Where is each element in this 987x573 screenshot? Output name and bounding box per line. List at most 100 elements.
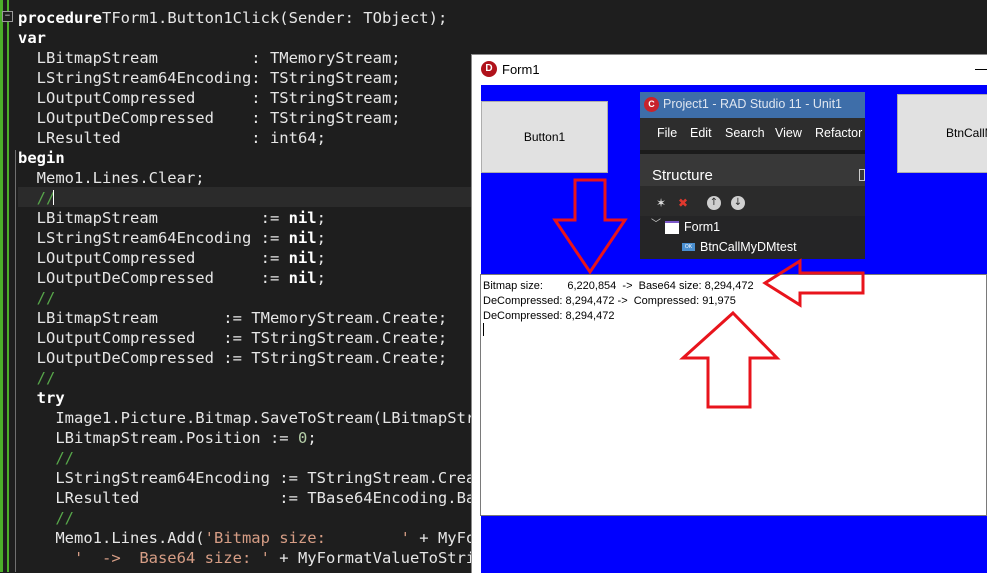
code-token: Image1.Picture.Bitmap.SaveToStream(LBitm… — [18, 409, 494, 427]
code-line[interactable]: LResulted := TBase64Encoding.Base — [18, 488, 494, 508]
code-token: begin — [18, 149, 65, 167]
code-line[interactable]: LOutputCompressed := nil; — [18, 248, 326, 268]
code-line[interactable]: LBitmapStream := TMemoryStream.Create; — [18, 308, 448, 328]
pin-icon[interactable] — [859, 169, 865, 181]
structure-toolbar — [640, 186, 865, 216]
button1[interactable]: Button1 — [481, 101, 608, 173]
code-line[interactable]: LOutputDeCompressed := nil; — [18, 268, 326, 288]
menu-view[interactable]: View — [775, 126, 802, 140]
code-token: // — [18, 449, 74, 467]
code-line[interactable]: // — [18, 448, 74, 468]
code-token: LBitmapStream := — [18, 209, 289, 227]
code-token: ; — [307, 429, 317, 447]
ide-title: Project1 - RAD Studio 11 - Unit1 — [663, 97, 843, 111]
menu-search[interactable]: Search — [725, 126, 765, 140]
delphi-app-icon: D — [481, 61, 497, 77]
code-line[interactable]: // — [18, 188, 56, 208]
chevron-down-icon[interactable]: ﹀ — [651, 220, 661, 230]
code-token: try — [18, 389, 65, 407]
code-token: nil — [288, 229, 317, 247]
code-token: ; — [316, 229, 326, 247]
delete-icon[interactable]: ✖ — [675, 195, 691, 211]
code-token: LResulted : int64; — [18, 129, 326, 147]
code-token: LBitmapStream := TMemoryStream.Create; — [18, 309, 448, 327]
code-line[interactable]: LResulted : int64; — [18, 128, 326, 148]
menu-edit[interactable]: Edit — [690, 126, 712, 140]
move-up-icon[interactable]: ↑ — [707, 196, 721, 210]
code-line[interactable]: LOutputDeCompressed : TStringStream; — [18, 108, 401, 128]
code-token: LOutputDeCompressed := TStringStream.Cre… — [18, 349, 448, 367]
code-token: nil — [288, 249, 317, 267]
code-token: var — [18, 29, 46, 47]
new-item-icon[interactable]: ✶ — [653, 195, 669, 211]
code-token: // — [18, 289, 56, 307]
code-token: ' -> Base64 size: ' — [18, 549, 270, 567]
memo-line: DeCompressed: 8,294,472 — [483, 310, 615, 322]
change-indicator-bar-secondary — [7, 0, 9, 572]
form-titlebar[interactable]: D Form1 — [472, 55, 987, 85]
code-token: LOutputCompressed : TStringStream; — [18, 89, 401, 107]
change-indicator-bar — [0, 0, 3, 572]
code-token: LOutputDeCompressed : TStringStream; — [18, 109, 401, 127]
code-line[interactable]: LOutputCompressed := TStringStream.Creat… — [18, 328, 448, 348]
code-token: // — [18, 369, 56, 387]
code-line[interactable]: LStringStream64Encoding := nil; — [18, 228, 326, 248]
btn-call-my-dm-test[interactable]: BtnCallMyDMtest — [897, 94, 987, 173]
button-node-icon: OK — [682, 243, 695, 251]
code-token: LOutputCompressed := TStringStream.Creat… — [18, 329, 448, 347]
code-line[interactable]: LStringStream64Encoding := TStringStream… — [18, 468, 494, 488]
code-token: LOutputDeCompressed := — [18, 269, 289, 287]
code-token: procedure — [18, 9, 102, 27]
code-token: ; — [316, 249, 326, 267]
code-line[interactable]: // — [18, 368, 56, 388]
code-token: 0 — [297, 429, 308, 447]
code-line[interactable]: LOutputDeCompressed := TStringStream.Cre… — [18, 348, 448, 368]
memo-line: Bitmap size: 6,220,854 -> Base64 size: 8… — [483, 280, 754, 292]
menu-file[interactable]: File — [657, 126, 677, 140]
code-line[interactable]: LBitmapStream : TMemoryStream; — [18, 48, 401, 68]
block-guide-line — [15, 150, 16, 572]
code-line[interactable]: procedureTForm1.Button1Click(Sender: TOb… — [18, 8, 447, 28]
code-line[interactable]: // — [18, 508, 74, 528]
current-line-highlight — [18, 187, 473, 207]
structure-panel-title: Structure — [652, 167, 713, 184]
code-token: 'Bitmap size: ' — [204, 529, 410, 547]
code-token: LBitmapStream : TMemoryStream; — [18, 49, 401, 67]
tree-item-form1[interactable]: Form1 — [684, 220, 720, 234]
code-line[interactable]: LOutputCompressed : TStringStream; — [18, 88, 401, 108]
code-token: ; — [316, 209, 326, 227]
code-line[interactable]: begin — [18, 148, 65, 168]
form-node-icon — [665, 221, 679, 234]
menu-refactor[interactable]: Refactor — [815, 126, 862, 140]
code-token: LBitmapStream.Position := — [18, 429, 298, 447]
text-caret — [53, 190, 54, 205]
tree-item-btncall[interactable]: BtnCallMyDMtest — [700, 240, 797, 254]
code-line[interactable]: var — [18, 28, 46, 48]
code-token: nil — [288, 209, 317, 227]
ide-titlebar[interactable]: C Project1 - RAD Studio 11 - Unit1 — [640, 92, 865, 118]
code-line[interactable]: LBitmapStream.Position := 0; — [18, 428, 317, 448]
code-line[interactable]: try — [18, 388, 65, 408]
code-token: // — [18, 189, 56, 207]
code-token: TForm1.Button1Click(Sender: TObject); — [102, 9, 448, 27]
code-line[interactable]: LBitmapStream := nil; — [18, 208, 326, 228]
code-token: nil — [288, 269, 317, 287]
code-token: LStringStream64Encoding: TStringStream; — [18, 69, 401, 87]
rad-studio-window[interactable]: C Project1 - RAD Studio 11 - Unit1 File … — [640, 92, 865, 259]
code-token: LStringStream64Encoding := TStringStream… — [18, 469, 494, 487]
code-token: ; — [316, 269, 326, 287]
code-token: LStringStream64Encoding := — [18, 229, 289, 247]
fold-collapse-icon[interactable]: − — [2, 11, 13, 22]
code-line[interactable]: Memo1.Lines.Clear; — [18, 168, 205, 188]
code-line[interactable]: Image1.Picture.Bitmap.SaveToStream(LBitm… — [18, 408, 494, 428]
rad-studio-icon: C — [644, 97, 659, 112]
code-token: LResulted := TBase64Encoding.Base — [18, 489, 494, 507]
code-line[interactable]: LStringStream64Encoding: TStringStream; — [18, 68, 401, 88]
move-down-icon[interactable]: ↓ — [731, 196, 745, 210]
code-token: Memo1.Lines.Add( — [18, 529, 205, 547]
code-line[interactable]: // — [18, 288, 56, 308]
code-token: LOutputCompressed := — [18, 249, 289, 267]
code-token: Memo1.Lines.Clear; — [18, 169, 205, 187]
code-token: // — [18, 509, 74, 527]
minimize-icon[interactable] — [975, 69, 987, 70]
